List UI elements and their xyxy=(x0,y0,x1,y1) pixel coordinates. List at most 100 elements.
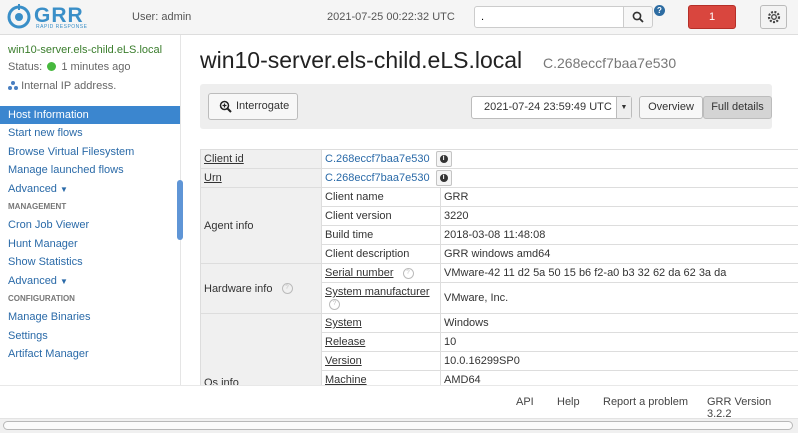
search-icon xyxy=(632,11,644,23)
grr-logo-icon xyxy=(6,4,32,30)
table-row: Agent info Client name GRR xyxy=(201,188,798,207)
os-key-label: Release xyxy=(325,336,365,348)
advanced-label: Advanced xyxy=(8,275,57,287)
interrogate-button[interactable]: Interrogate xyxy=(208,93,298,120)
footer: API Help Report a problem GRR Version 3.… xyxy=(0,385,798,418)
server-clock: 2021-07-25 00:22:32 UTC xyxy=(327,11,455,23)
chevron-down-icon: ▼ xyxy=(616,97,631,118)
gear-icon xyxy=(767,10,781,24)
agent-key: Build time xyxy=(322,226,441,245)
agent-key: Client description xyxy=(322,245,441,264)
caret-down-icon: ▼ xyxy=(60,277,68,286)
agent-info-label: Agent info xyxy=(201,188,322,264)
os-value: 10.0.16299SP0 xyxy=(441,352,798,371)
hardware-key: System manufacturer ? xyxy=(322,283,441,314)
hardware-value: VMware, Inc. xyxy=(441,283,798,314)
notifications-button[interactable]: 1 xyxy=(688,5,736,29)
system-manufacturer-label: System manufacturer xyxy=(325,286,430,298)
client-id-link[interactable]: C.268eccf7baa7e530 xyxy=(325,153,430,165)
logo-subtext: RAPID RESPONSE xyxy=(36,24,87,30)
caret-down-icon: ▼ xyxy=(60,185,68,194)
agent-key: Client name xyxy=(322,188,441,207)
main-content: win10-server.els-child.eLS.local C.268ec… xyxy=(183,35,798,385)
os-value: AMD64 xyxy=(441,371,798,386)
sidebar-item-hunt-manager[interactable]: Hunt Manager xyxy=(0,235,180,253)
client-status: Status: 1 minutes ago xyxy=(8,61,130,73)
row-value: C.268eccf7baa7e530 i xyxy=(322,150,798,169)
os-value: Windows xyxy=(441,314,798,333)
hardware-info-label: Hardware info xyxy=(204,283,272,295)
footer-report-problem-link[interactable]: Report a problem xyxy=(603,396,688,408)
sidebar-item-host-information[interactable]: Host Information xyxy=(0,106,180,124)
row-value: C.268eccf7baa7e530 i xyxy=(322,169,798,188)
help-hint-icon[interactable]: ? xyxy=(282,283,293,294)
agent-value: GRR xyxy=(441,188,798,207)
client-ip-note: Internal IP address. xyxy=(8,80,116,92)
status-online-icon xyxy=(47,62,56,71)
client-hostname[interactable]: win10-server.els-child.eLS.local xyxy=(8,44,162,56)
os-info-label: Os info xyxy=(201,314,322,386)
row-label: Urn xyxy=(201,169,322,188)
footer-version: GRR Version 3.2.2 xyxy=(707,396,798,420)
serial-number-label: Serial number xyxy=(325,267,393,279)
page-title: win10-server.els-child.eLS.local xyxy=(200,47,522,74)
table-row: Os info System Windows xyxy=(201,314,798,333)
horizontal-scrollbar[interactable] xyxy=(0,418,798,433)
client-id-label: Client id xyxy=(204,153,244,165)
client-details-table: Client id C.268eccf7baa7e530 i Urn C.268… xyxy=(200,149,798,385)
sidebar-item-artifact-manager[interactable]: Artifact Manager xyxy=(0,345,180,363)
agent-key: Client version xyxy=(322,207,441,226)
sidebar-item-start-new-flows[interactable]: Start new flows xyxy=(0,124,180,142)
agent-value: 3220 xyxy=(441,207,798,226)
sidebar-nav: Host Information Start new flows Browse … xyxy=(0,106,180,363)
footer-api-link[interactable]: API xyxy=(516,396,534,408)
info-icon[interactable]: i xyxy=(436,170,452,186)
sidebar-item-advanced-management[interactable]: Advanced ▼ xyxy=(0,272,180,290)
row-label: Client id xyxy=(201,150,322,169)
sidebar-item-settings[interactable]: Settings xyxy=(0,327,180,345)
overview-button[interactable]: Overview xyxy=(639,96,703,119)
network-icon xyxy=(8,81,18,90)
help-icon[interactable]: ? xyxy=(654,5,665,16)
os-key-label: System xyxy=(325,317,362,329)
section-header-configuration: CONFIGURATION xyxy=(0,290,180,308)
os-key-label: Version xyxy=(325,355,362,367)
sidebar-item-manage-binaries[interactable]: Manage Binaries xyxy=(0,308,180,326)
client-search-input[interactable] xyxy=(474,6,624,28)
search-button[interactable] xyxy=(623,6,653,28)
table-row: Client id C.268eccf7baa7e530 i xyxy=(201,150,798,169)
hardware-info-cell: Hardware info ? xyxy=(201,264,322,314)
interrogate-label: Interrogate xyxy=(236,100,289,112)
top-bar: GRR RAPID RESPONSE User: admin 2021-07-2… xyxy=(0,0,798,35)
settings-button[interactable] xyxy=(760,5,787,29)
grr-logo[interactable]: GRR RAPID RESPONSE xyxy=(6,4,96,30)
urn-link[interactable]: C.268eccf7baa7e530 xyxy=(325,172,430,184)
footer-help-link[interactable]: Help xyxy=(557,396,580,408)
toolbar: Interrogate 2021-07-24 23:59:49 UTC ▼ Ov… xyxy=(200,84,772,129)
help-hint-icon[interactable]: ? xyxy=(403,268,414,279)
table-row: Hardware info ? Serial number ? VMware-4… xyxy=(201,264,798,283)
advanced-label: Advanced xyxy=(8,183,57,195)
os-key: System xyxy=(322,314,441,333)
sidebar-item-advanced-client[interactable]: Advanced ▼ xyxy=(0,180,180,198)
sidebar-item-browse-vfs[interactable]: Browse Virtual Filesystem xyxy=(0,143,180,161)
sidebar-item-manage-launched-flows[interactable]: Manage launched flows xyxy=(0,161,180,179)
section-header-management: MANAGEMENT xyxy=(0,198,180,216)
snapshot-date-select[interactable]: 2021-07-24 23:59:49 UTC ▼ xyxy=(471,96,632,119)
os-value: 10 xyxy=(441,333,798,352)
agent-value: 2018-03-08 11:48:08 xyxy=(441,226,798,245)
help-hint-icon[interactable]: ? xyxy=(329,299,340,310)
snapshot-date-value: 2021-07-24 23:59:49 UTC xyxy=(484,101,612,113)
table-row: Urn C.268eccf7baa7e530 i xyxy=(201,169,798,188)
sidebar-item-show-statistics[interactable]: Show Statistics xyxy=(0,253,180,271)
info-icon[interactable]: i xyxy=(436,151,452,167)
scrollbar-thumb[interactable] xyxy=(3,421,793,430)
sidebar-item-cron-job-viewer[interactable]: Cron Job Viewer xyxy=(0,216,180,234)
full-details-button[interactable]: Full details xyxy=(703,96,772,119)
status-label: Status: xyxy=(8,61,42,73)
zoom-in-icon xyxy=(219,100,232,113)
agent-value: GRR windows amd64 xyxy=(441,245,798,264)
hardware-value: VMware-42 11 d2 5a 50 15 b6 f2-a0 b3 32 … xyxy=(441,264,798,283)
status-time: 1 minutes ago xyxy=(61,61,130,73)
client-urn-subtitle: C.268eccf7baa7e530 xyxy=(543,55,676,71)
